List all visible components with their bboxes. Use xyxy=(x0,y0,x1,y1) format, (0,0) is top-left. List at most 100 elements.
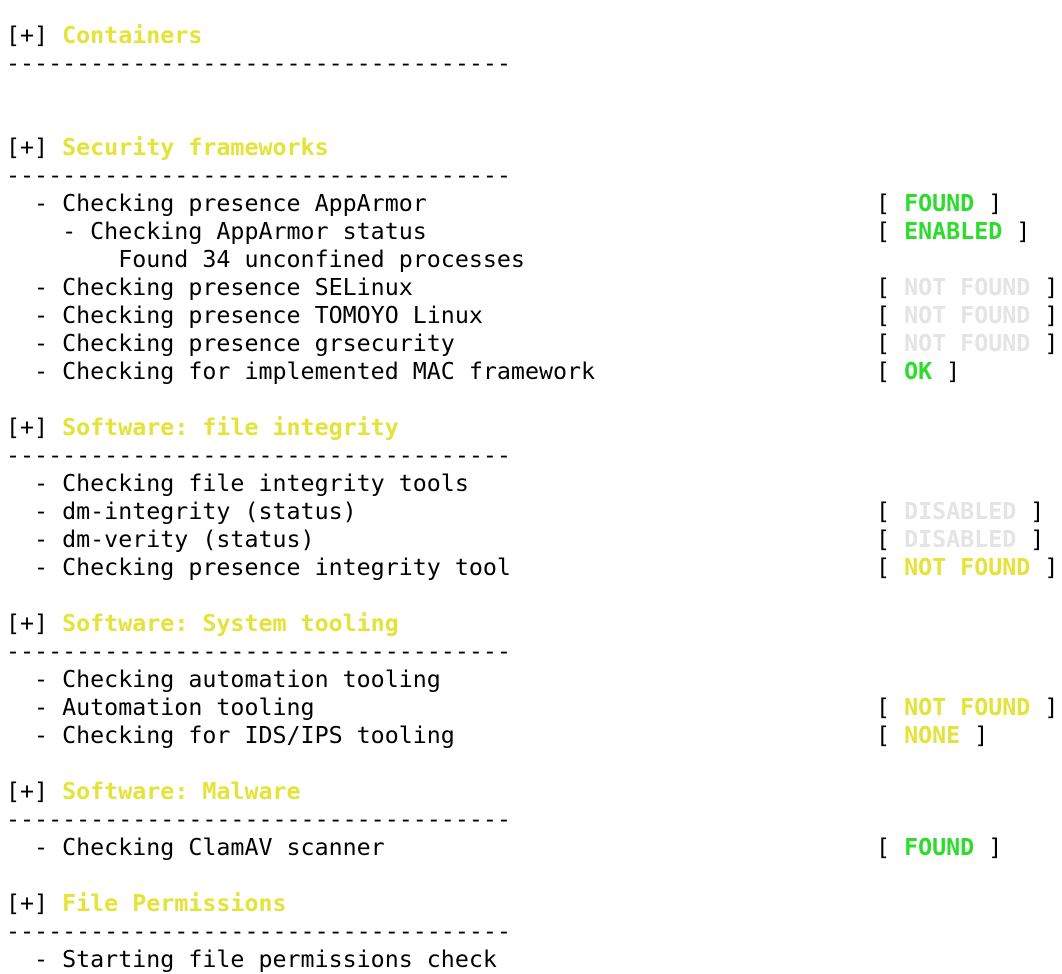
status-bracket-close: ] xyxy=(1030,330,1059,357)
section-title: File Permissions xyxy=(62,890,287,917)
section-prefix: [+] xyxy=(6,778,63,805)
status-badge: [ DISABLED ] xyxy=(876,526,1044,554)
section-heading: [+] Software: file integrity xyxy=(6,414,595,442)
section-prefix: [+] xyxy=(6,22,63,49)
check-label: - dm-integrity (status) xyxy=(6,498,357,525)
status-value: NONE xyxy=(904,722,961,749)
section-separator: ------------------------------------ xyxy=(6,50,511,77)
status-bracket-close: ] xyxy=(932,358,961,385)
status-value: NOT FOUND xyxy=(904,274,1031,301)
check-label: - Checking presence grsecurity xyxy=(6,330,455,357)
section-prefix: [+] xyxy=(6,890,63,917)
section-heading: [+] Software: System tooling xyxy=(6,610,595,638)
status-bracket-open: [ xyxy=(876,218,905,245)
status-bracket-open: [ xyxy=(876,694,905,721)
status-bracket-open: [ xyxy=(876,526,905,553)
output-line: - Starting file permissions check xyxy=(6,946,497,973)
status-value: FOUND xyxy=(904,190,975,217)
status-bracket-close: ] xyxy=(1030,554,1059,581)
check-line: - Checking presence TOMOYO Linux [ NOT FO… xyxy=(6,302,1058,330)
status-bracket-close: ] xyxy=(1030,274,1059,301)
check-label: - Automation tooling xyxy=(6,694,315,721)
status-value: NOT FOUND xyxy=(904,694,1031,721)
status-bracket-open: [ xyxy=(876,498,905,525)
status-bracket-open: [ xyxy=(876,190,905,217)
status-bracket-open: [ xyxy=(876,834,905,861)
status-bracket-close: ] xyxy=(974,834,1003,861)
check-line: - Checking presence AppArmor [ FOUND ] xyxy=(6,190,1002,218)
status-badge: [ NOT FOUND ] xyxy=(876,302,1058,330)
status-badge: [ DISABLED ] xyxy=(876,498,1044,526)
status-value: NOT FOUND xyxy=(904,554,1031,581)
section-title: Containers xyxy=(62,22,203,49)
check-label: - Checking presence AppArmor xyxy=(6,190,427,217)
section-separator: ------------------------------------ xyxy=(6,806,511,833)
check-label: - dm-verity (status) xyxy=(6,526,315,553)
status-value: ENABLED xyxy=(904,218,1003,245)
output-line: - Checking automation tooling xyxy=(6,666,441,693)
status-value: FOUND xyxy=(904,834,975,861)
section-separator: ------------------------------------ xyxy=(6,162,511,189)
status-bracket-open: [ xyxy=(876,358,905,385)
check-label: - Checking presence TOMOYO Linux xyxy=(6,302,483,329)
terminal-output: [+] Containers --------------------------… xyxy=(6,22,1058,974)
status-badge: [ OK ] xyxy=(876,358,960,386)
status-value: DISABLED xyxy=(904,498,1017,525)
status-value: DISABLED xyxy=(904,526,1017,553)
status-bracket-open: [ xyxy=(876,722,905,749)
check-label: - Checking presence SELinux xyxy=(6,274,413,301)
section-separator: ------------------------------------ xyxy=(6,918,511,945)
output-line: Found 34 unconfined processes xyxy=(6,246,525,273)
output-line: - Checking file integrity tools xyxy=(6,470,469,497)
section-title: Software: System tooling xyxy=(62,610,399,637)
status-badge: [ FOUND ] xyxy=(876,834,1002,862)
status-badge: [ NONE ] xyxy=(876,722,988,750)
check-line: - Checking presence integrity tool [ NOT … xyxy=(6,554,1058,582)
status-badge: [ FOUND ] xyxy=(876,190,1002,218)
check-line: - Checking ClamAV scanner [ FOUND ] xyxy=(6,834,1002,862)
section-title: Software: file integrity xyxy=(62,414,399,441)
section-heading: [+] Containers xyxy=(6,22,595,50)
status-bracket-open: [ xyxy=(876,330,905,357)
check-line: - dm-integrity (status) [ DISABLED ] xyxy=(6,498,1044,526)
section-separator: ------------------------------------ xyxy=(6,442,511,469)
section-prefix: [+] xyxy=(6,610,63,637)
status-badge: [ ENABLED ] xyxy=(876,218,1030,246)
status-badge: [ NOT FOUND ] xyxy=(876,330,1058,358)
status-badge: [ NOT FOUND ] xyxy=(876,554,1058,582)
status-value: NOT FOUND xyxy=(904,330,1031,357)
status-bracket-open: [ xyxy=(876,302,905,329)
status-bracket-close: ] xyxy=(1016,526,1045,553)
check-line: - Checking presence SELinux [ NOT FOUND ] xyxy=(6,274,1058,302)
status-bracket-open: [ xyxy=(876,274,905,301)
section-separator: ------------------------------------ xyxy=(6,638,511,665)
section-heading: [+] File Permissions xyxy=(6,890,595,918)
check-line: - Automation tooling [ NOT FOUND ] xyxy=(6,694,1058,722)
status-badge: [ NOT FOUND ] xyxy=(876,274,1058,302)
status-bracket-close: ] xyxy=(1030,694,1059,721)
status-bracket-open: [ xyxy=(876,554,905,581)
status-bracket-close: ] xyxy=(1002,218,1031,245)
section-prefix: [+] xyxy=(6,134,63,161)
status-badge: [ NOT FOUND ] xyxy=(876,694,1058,722)
check-line: - Checking AppArmor status [ ENABLED ] xyxy=(6,218,1030,246)
section-heading: [+] Software: Malware xyxy=(6,778,595,806)
check-line: - Checking presence grsecurity [ NOT FOUN… xyxy=(6,330,1058,358)
section-title: Software: Malware xyxy=(62,778,301,805)
check-line: - Checking for IDS/IPS tooling [ NONE ] xyxy=(6,722,988,750)
status-bracket-close: ] xyxy=(960,722,989,749)
status-value: NOT FOUND xyxy=(904,302,1031,329)
check-line: - Checking for implemented MAC framework… xyxy=(6,358,960,386)
check-label: - Checking presence integrity tool xyxy=(6,554,511,581)
status-bracket-close: ] xyxy=(1016,498,1045,525)
status-bracket-close: ] xyxy=(974,190,1003,217)
check-label: - Checking for IDS/IPS tooling xyxy=(6,722,455,749)
status-bracket-close: ] xyxy=(1030,302,1059,329)
check-line: - dm-verity (status) [ DISABLED ] xyxy=(6,526,1044,554)
